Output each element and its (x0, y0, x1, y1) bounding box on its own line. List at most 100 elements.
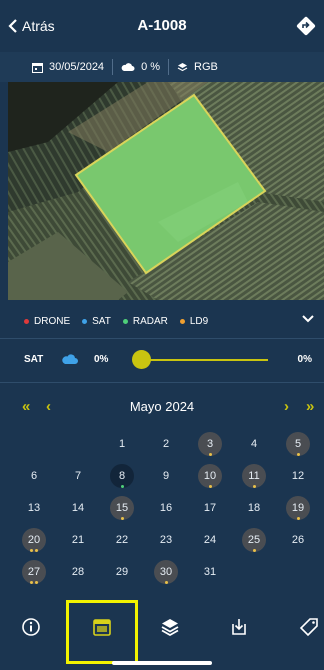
legend-item-drone[interactable]: DRONE (24, 316, 70, 327)
calendar-header: « ‹ Mayo 2024 › » (0, 392, 324, 422)
download-icon[interactable] (228, 616, 250, 638)
calendar-month-title: Mayo 2024 (129, 399, 195, 414)
calendar-day[interactable]: 14 (56, 494, 100, 526)
calendar-day[interactable]: 3 (188, 430, 232, 462)
legend-item-ld9[interactable]: LD9 (179, 315, 209, 327)
availability-dot (296, 453, 300, 456)
band-value: RGB (194, 61, 218, 73)
calendar-day-number: 12 (291, 470, 305, 482)
active-tab-highlight (66, 600, 138, 664)
layers-icon[interactable] (159, 616, 181, 638)
slider-track[interactable] (143, 359, 268, 361)
cloud-icon (62, 354, 78, 364)
calendar-day-number: 29 (115, 566, 129, 578)
calendar-day[interactable]: 6 (12, 462, 56, 494)
calendar-day-number: 9 (162, 470, 170, 482)
availability-dot (252, 549, 256, 552)
divider (0, 382, 324, 383)
availability-dot (30, 549, 33, 552)
cloud-value: 0 % (141, 61, 161, 73)
calendar-day-number: 28 (71, 566, 85, 578)
calendar-day[interactable]: 7 (56, 462, 100, 494)
calendar-day[interactable]: 13 (12, 494, 56, 526)
legend-label: LD9 (189, 315, 209, 327)
band-selector[interactable]: RGB (169, 58, 226, 76)
date-selector[interactable]: 30/05/2024 (24, 58, 112, 76)
satellite-map[interactable] (8, 82, 324, 300)
legend-item-radar[interactable]: RADAR (122, 315, 168, 327)
legend-label: DRONE (34, 315, 71, 327)
calendar-day-number: 17 (203, 502, 217, 514)
availability-dot (208, 453, 212, 456)
source-legend: DRONE SAT RADAR LD9 (0, 306, 324, 336)
calendar-day[interactable]: 18 (232, 494, 276, 526)
calendar-day[interactable]: 26 (276, 526, 320, 558)
calendar-day[interactable]: 28 (56, 558, 100, 590)
calendar-day[interactable]: 24 (188, 526, 232, 558)
chevron-down-icon[interactable] (302, 314, 314, 324)
calendar-day[interactable]: 1 (100, 430, 144, 462)
calendar-day[interactable]: 15 (100, 494, 144, 526)
calendar-day-number: 31 (203, 566, 217, 578)
date-value: 30/05/2024 (49, 61, 105, 73)
image-availability-dots (144, 581, 188, 584)
calendar-day[interactable]: 22 (100, 526, 144, 558)
next-year-button[interactable]: » (306, 398, 314, 415)
cloud-filter: SAT 0% 0% (0, 342, 324, 378)
calendar-day[interactable]: 11 (232, 462, 276, 494)
legend-dot (179, 318, 185, 324)
calendar-day-number: 18 (247, 502, 261, 514)
slider-min-value: 0% (94, 354, 109, 365)
calendar-day[interactable]: 9 (144, 462, 188, 494)
image-availability-dots (188, 453, 232, 456)
availability-dot (120, 485, 124, 488)
calendar-day[interactable]: 2 (144, 430, 188, 462)
image-availability-dots (232, 549, 276, 552)
availability-dot (208, 485, 212, 488)
calendar-day-number: 2 (162, 438, 170, 450)
slider-thumb[interactable] (132, 350, 151, 369)
calendar-day[interactable]: 20 (12, 526, 56, 558)
calendar-day-number: 21 (71, 534, 85, 546)
calendar-day[interactable]: 8 (100, 462, 144, 494)
calendar-day[interactable]: 31 (188, 558, 232, 590)
availability-dot (30, 581, 33, 584)
calendar-day[interactable]: 21 (56, 526, 100, 558)
calendar-day[interactable]: 4 (232, 430, 276, 462)
image-availability-dots (232, 485, 276, 488)
info-icon[interactable] (20, 616, 42, 638)
calendar-day[interactable]: 30 (144, 558, 188, 590)
calendar-small-icon (32, 62, 43, 73)
tag-icon[interactable] (298, 616, 320, 638)
legend-dot (24, 318, 29, 324)
calendar-day[interactable]: 10 (188, 462, 232, 494)
calendar-day[interactable]: 29 (100, 558, 144, 590)
availability-dot (252, 485, 256, 488)
image-availability-dots (100, 485, 144, 488)
next-month-button[interactable]: › (284, 398, 289, 415)
calendar-day[interactable]: 17 (188, 494, 232, 526)
calendar-day[interactable]: 25 (232, 526, 276, 558)
calendar-day[interactable]: 19 (276, 494, 320, 526)
info-bar: 30/05/2024 0 % RGB (0, 52, 324, 82)
image-availability-dots (100, 517, 144, 520)
calendar-day-number: 14 (71, 502, 85, 514)
legend-item-sat[interactable]: SAT (82, 316, 111, 327)
calendar-day[interactable]: 23 (144, 526, 188, 558)
page-title: A-1008 (137, 17, 187, 34)
directions-icon[interactable] (296, 16, 316, 36)
image-availability-dots (276, 517, 320, 520)
calendar-day[interactable]: 12 (276, 462, 320, 494)
calendar-day[interactable]: 27 (12, 558, 56, 590)
image-availability-dots (276, 453, 320, 456)
calendar-day-number: 24 (203, 534, 217, 546)
image-availability-dots (188, 485, 232, 488)
legend-label: RADAR (132, 315, 168, 327)
image-availability-dots (12, 581, 56, 584)
map-image (8, 82, 324, 300)
calendar-day-number: 4 (250, 438, 258, 450)
availability-dot (120, 517, 124, 520)
calendar-day[interactable]: 5 (276, 430, 320, 462)
calendar-day-number: 6 (30, 470, 38, 482)
calendar-day[interactable]: 16 (144, 494, 188, 526)
